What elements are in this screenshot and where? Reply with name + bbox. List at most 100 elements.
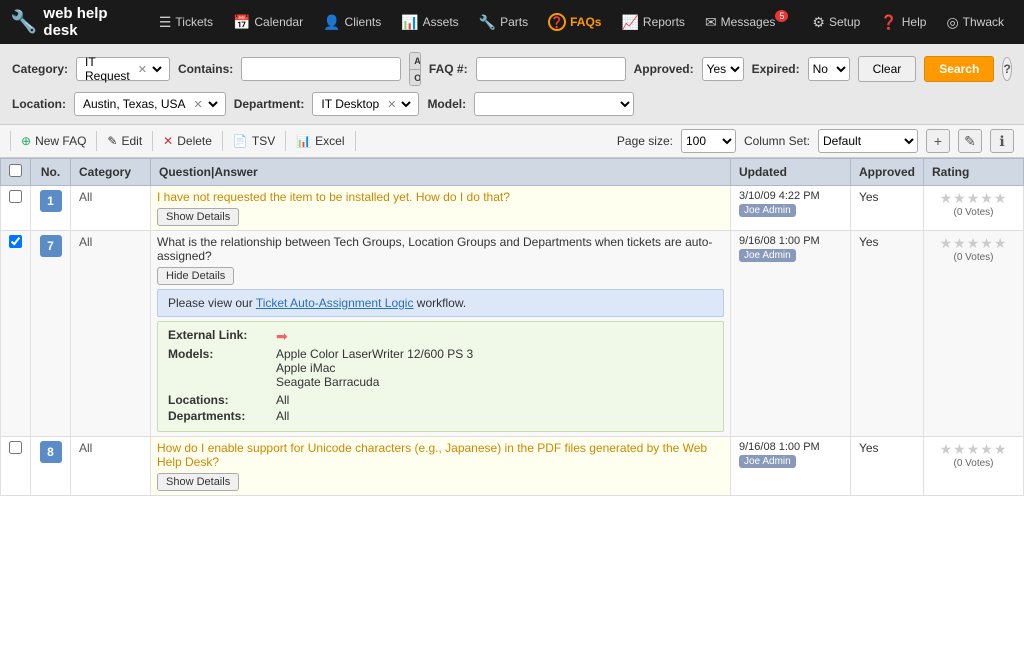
departments-value: All <box>276 409 289 423</box>
page-size-select[interactable]: 1005025 <box>681 129 736 153</box>
departments-label: Departments: <box>168 409 268 423</box>
row7-votes: (0 Votes) <box>932 252 1015 263</box>
select-all-checkbox[interactable] <box>9 164 22 177</box>
location-clear-btn[interactable]: ✕ <box>194 98 203 111</box>
row1-votes: (0 Votes) <box>932 207 1015 218</box>
nav-setup[interactable]: ⚙ Setup <box>802 0 870 44</box>
delete-icon: ✕ <box>163 134 173 148</box>
expired-label: Expired: <box>752 62 800 76</box>
row8-show-details-button[interactable]: Show Details <box>157 473 239 491</box>
search-button[interactable]: Search <box>924 56 994 82</box>
toolbar-right: Page size: 1005025 Column Set: Default +… <box>617 129 1014 153</box>
contains-input[interactable] <box>241 57 401 81</box>
col-qa: Question|Answer <box>151 159 731 186</box>
row8-checkbox[interactable] <box>9 441 22 454</box>
excel-icon: 📊 <box>296 134 311 148</box>
row7-answer-link[interactable]: Ticket Auto-Assignment Logic <box>256 296 414 310</box>
row7-stars: ★★★★★ <box>932 235 1015 252</box>
row1-updated: 3/10/09 4:22 PM Joe Admin <box>730 186 850 231</box>
nav-calendar[interactable]: 📅 Calendar <box>223 0 313 44</box>
tsv-icon: 📄 <box>233 134 248 148</box>
row1-checkbox-cell <box>1 186 31 231</box>
col-rating: Rating <box>924 159 1024 186</box>
edit-icon: ✎ <box>107 134 117 148</box>
new-faq-button[interactable]: ⊕ New FAQ <box>10 131 97 151</box>
messages-badge: 5 <box>775 10 788 22</box>
department-clear-btn[interactable]: ✕ <box>387 98 396 111</box>
category-value: IT Request <box>81 55 134 83</box>
row7-checkbox-cell <box>1 231 31 437</box>
logo: 🔧 web help desk <box>10 5 133 39</box>
faq-num-input[interactable] <box>476 57 626 81</box>
row1-show-details-button[interactable]: Show Details <box>157 208 239 226</box>
nav-tickets[interactable]: ☰ Tickets <box>149 0 223 44</box>
calendar-icon: 📅 <box>233 14 250 31</box>
help-button[interactable]: ? <box>1002 57 1012 81</box>
nav-faqs[interactable]: ❓ FAQs <box>538 0 611 44</box>
row1-checkbox[interactable] <box>9 190 22 203</box>
edit-button[interactable]: ✎ Edit <box>97 131 153 151</box>
department-dropdown-btn[interactable] <box>400 94 414 114</box>
department-select-wrap: IT Desktop ✕ <box>312 92 419 116</box>
and-option[interactable]: AND <box>410 53 420 70</box>
model-select[interactable] <box>474 92 634 116</box>
row1-question: I have not requested the item to be inst… <box>157 190 724 204</box>
row8-stars: ★★★★★ <box>932 441 1015 458</box>
models-label: Models: <box>168 347 268 389</box>
thwack-icon: ◎ <box>946 14 958 31</box>
tsv-button[interactable]: 📄 TSV <box>223 131 286 151</box>
approved-select[interactable]: YesNoAll <box>702 57 744 81</box>
row8-votes: (0 Votes) <box>932 458 1015 469</box>
edit-col-button[interactable]: ✎ <box>958 129 982 153</box>
page-size-label: Page size: <box>617 134 673 148</box>
nav-messages[interactable]: ✉ Messages 5 <box>695 0 802 44</box>
location-dropdown-btn[interactable] <box>207 94 221 114</box>
col-updated: Updated <box>730 159 850 186</box>
row7-hide-details-button[interactable]: Hide Details <box>157 267 234 285</box>
category-dropdown-btn[interactable] <box>151 59 165 79</box>
table-row: 1 All I have not requested the item to b… <box>1 186 1024 231</box>
messages-icon: ✉ <box>705 14 717 31</box>
row8-question: How do I enable support for Unicode char… <box>157 441 724 469</box>
nav-help[interactable]: ❓ Help <box>870 0 936 44</box>
nav-reports[interactable]: 📈 Reports <box>611 0 694 44</box>
nav-parts[interactable]: 🔧 Parts <box>469 0 538 44</box>
location-value: Austin, Texas, USA <box>79 97 190 111</box>
table-header-row: No. Category Question|Answer Updated App… <box>1 159 1024 186</box>
row8-updated: 9/16/08 1:00 PM Joe Admin <box>730 437 850 496</box>
row7-approved: Yes <box>850 231 923 437</box>
row7-checkbox[interactable] <box>9 235 22 248</box>
row8-num: 8 <box>31 437 71 496</box>
col-set-label: Column Set: <box>744 134 810 148</box>
new-faq-icon: ⊕ <box>21 134 31 148</box>
delete-button[interactable]: ✕ Delete <box>153 131 223 151</box>
col-no: No. <box>31 159 71 186</box>
nav-thwack[interactable]: ◎ Thwack <box>936 0 1014 44</box>
locations-label: Locations: <box>168 393 268 407</box>
row7-rating: ★★★★★ (0 Votes) <box>924 231 1024 437</box>
toolbar: ⊕ New FAQ ✎ Edit ✕ Delete 📄 TSV 📊 Excel … <box>0 125 1024 158</box>
or-option[interactable]: OR <box>410 70 420 86</box>
logo-text: web help desk <box>43 5 132 39</box>
table-row: 8 All How do I enable support for Unicod… <box>1 437 1024 496</box>
expired-select[interactable]: NoYesAll <box>808 57 850 81</box>
locations-value: All <box>276 393 289 407</box>
and-or-toggle[interactable]: AND OR <box>409 52 421 86</box>
row7-answer: Please view our Ticket Auto-Assignment L… <box>157 289 724 317</box>
category-clear-btn[interactable]: ✕ <box>138 63 147 76</box>
add-col-button[interactable]: + <box>926 129 950 153</box>
parts-icon: 🔧 <box>479 14 496 31</box>
col-set-select[interactable]: Default <box>818 129 918 153</box>
row7-updated: 9/16/08 1:00 PM Joe Admin <box>730 231 850 437</box>
clear-button[interactable]: Clear <box>858 56 917 82</box>
nav-clients[interactable]: 👤 Clients <box>313 0 391 44</box>
row8-updated-user: Joe Admin <box>739 455 796 468</box>
excel-button[interactable]: 📊 Excel <box>286 131 355 151</box>
info-button[interactable]: ℹ <box>990 129 1014 153</box>
col-checkbox <box>1 159 31 186</box>
logo-icon: 🔧 <box>10 9 37 35</box>
clients-icon: 👤 <box>323 14 340 31</box>
setup-icon: ⚙ <box>812 14 825 31</box>
nav-assets[interactable]: 📊 Assets <box>391 0 468 44</box>
row7-num: 7 <box>31 231 71 437</box>
